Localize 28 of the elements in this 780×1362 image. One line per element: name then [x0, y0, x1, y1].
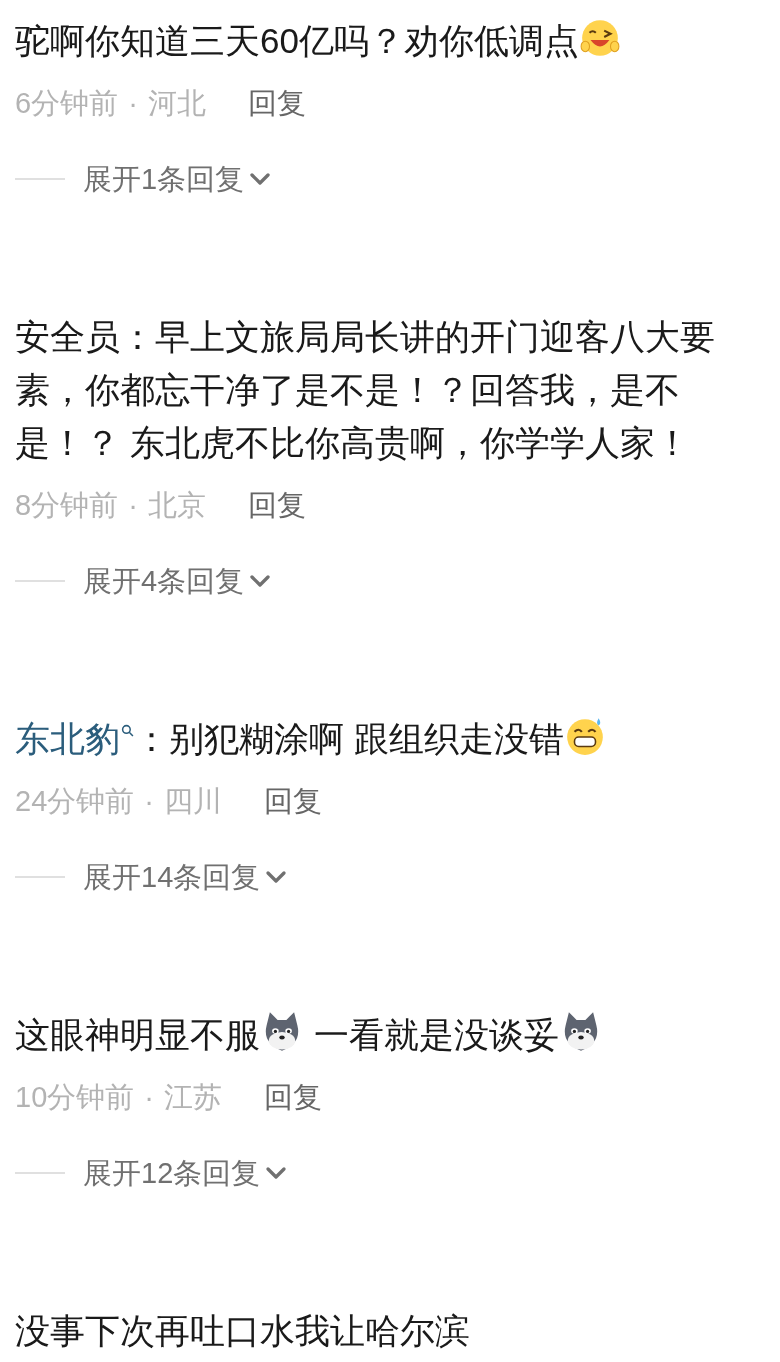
comment-time: 6分钟前: [15, 86, 119, 121]
comment-time: 10分钟前: [15, 1080, 135, 1115]
search-icon: [121, 724, 134, 737]
comment-time: 8分钟前: [15, 488, 119, 523]
comment-location: 四川: [163, 784, 222, 819]
expand-replies-button[interactable]: 展开14条回复: [15, 857, 293, 897]
dot-separator: ·: [144, 1080, 154, 1115]
reply-button[interactable]: 回复: [263, 781, 322, 821]
comment-location: 江苏: [163, 1080, 222, 1115]
reply-button[interactable]: 回复: [247, 485, 306, 525]
dot-separator: ·: [144, 784, 154, 819]
expand-replies-button[interactable]: 展开12条回复: [15, 1153, 293, 1193]
comment-location: 河北: [147, 86, 206, 121]
expand-replies-button[interactable]: 展开1条回复: [15, 159, 277, 199]
dot-separator: ·: [128, 86, 138, 121]
comment-text: 驼啊你知道三天60亿吗？劝你低调点: [15, 14, 774, 67]
comment-location: 北京: [147, 488, 206, 523]
reply-button[interactable]: 回复: [263, 1077, 322, 1117]
dot-separator: ·: [128, 488, 138, 523]
comment-text: 这眼神明显不服 一看就是没谈妥: [15, 1008, 774, 1061]
comment-text: 安全员：早上文旅局局长讲的开门迎客八大要素，你都忘干净了是不是！？回答我，是不是！？ 东北虎不比你高贵啊，你学学人家！: [15, 316, 716, 464]
reply-button[interactable]: 回复: [247, 83, 306, 123]
comment-text: 东北豹 ：别犯糊涂啊 跟组织走没错: [15, 712, 774, 765]
winking-face-icon: [578, 17, 621, 59]
comment-text: 没事下次再吐口水我让哈尔滨: [15, 1310, 471, 1352]
expand-replies-button[interactable]: 展开4条回复: [15, 561, 277, 601]
comment-time: 24分钟前: [15, 784, 135, 819]
username-link[interactable]: 东北豹: [15, 719, 134, 758]
